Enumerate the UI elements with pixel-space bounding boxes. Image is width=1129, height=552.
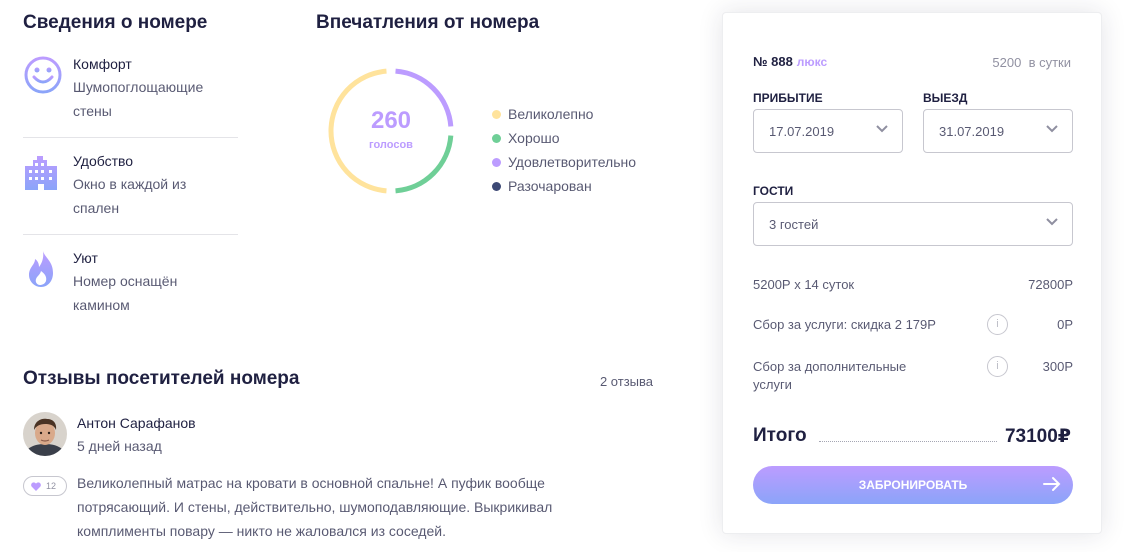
votes-donut-chart: 260 голосов [326,66,456,196]
fire-icon [23,249,63,289]
feature-comfort: Комфорт Шумопоглощающие стены [23,41,238,138]
price-line-label: 5200Р х 14 суток [753,277,855,292]
book-button-label: забронировать [858,478,968,492]
legend-label: Хорошо [508,130,560,146]
feature-desc-line: Шумопоглощающие [73,79,204,95]
reviews-title: Отзывы посетителей номера [23,368,300,389]
legend-label: Удовлетворительно [508,154,637,170]
price-line-extra-services: Сбор за дополнительные услуги 300Р [753,358,1073,394]
book-button[interactable]: забронировать [753,466,1073,504]
impressions-title: Впечатления от номера [316,12,540,33]
feature-title: Комфорт [73,56,132,72]
donut-legend: Великолепно Хорошо Удовлетворительно Раз… [492,102,636,198]
price-line-label: услуги [753,377,792,392]
feature-title: Удобство [73,153,134,169]
impressions-section: Впечатления от номера 260 голосов Велико… [316,12,666,194]
departure-date-field[interactable]: 31.07.2019 [923,109,1073,153]
like-button[interactable]: 12 [23,476,67,496]
arrow-right-icon [1043,477,1061,491]
price-line-nights: 5200Р х 14 суток 72800Р [753,277,1073,292]
price-line-value: 72800Р [1028,277,1073,292]
legend-item: Разочарован [492,174,636,198]
info-icon[interactable]: i [987,314,1008,335]
legend-item: Удовлетворительно [492,150,636,174]
feature-coziness: Уют Номер оснащён камином [23,235,238,331]
price-line-label: Сбор за услуги: скидка 2 179Р [753,317,936,332]
review-text: Великолепный матрас на кровати в основно… [77,475,553,539]
room-type: люкс [796,55,828,69]
room-price-unit: в сутки [1028,55,1071,70]
total-label: Итого [753,425,807,446]
votes-count: 260 [370,107,412,134]
departure-label: выезд [923,91,968,105]
review-date: 5 дней назад [77,438,162,454]
room-details-section: Сведения о номере Комфорт Шумопоглощающи… [23,12,238,331]
legend-label: Разочарован [508,178,592,194]
total-divider [819,441,997,442]
room-info: № 888 люкс [753,54,827,69]
price-line-service-fee: Сбор за услуги: скидка 2 179Р 0Р [753,317,1073,332]
smiley-icon [23,55,63,95]
feature-convenience: Удобство Окно в каждой из спален [23,138,238,235]
legend-dot [492,157,501,167]
feature-desc-line: спален [73,200,120,216]
reviews-section: Отзывы посетителей номера 2 отзыва Антон… [23,368,653,539]
guests-label: гости [753,184,794,198]
legend-dot [492,133,501,143]
arrival-label: прибытие [753,91,823,105]
room-price-value: 5200 [992,55,1022,70]
legend-item: Великолепно [492,102,636,126]
info-icon[interactable]: i [987,356,1008,377]
legend-item: Хорошо [492,126,636,150]
booking-card: № 888 люкс 5200 в сутки прибытие 17.07.20… [722,12,1102,534]
departure-date-value: 31.07.2019 [939,123,1005,139]
arrival-date-value: 17.07.2019 [769,123,835,139]
feature-desc-line: стены [73,103,112,119]
arrival-date-field[interactable]: 17.07.2019 [753,109,903,153]
legend-dot [492,181,501,191]
legend-label: Великолепно [508,106,594,122]
review-author: Антон Сарафанов [77,415,196,431]
chevron-down-icon [876,125,888,133]
chevron-down-icon [1046,218,1058,226]
avatar [23,412,67,456]
guests-dropdown[interactable]: 3 гостей [753,202,1073,246]
votes-caption: голосов [369,139,413,151]
feature-desc-line: Окно в каждой из [73,176,187,192]
feature-desc-line: камином [73,297,130,313]
feature-title: Уют [73,250,98,266]
price-line-label: Сбор за дополнительные [753,359,907,374]
legend-dot [492,109,501,119]
price-line-value: 300Р [1042,359,1073,374]
room-number: № 888 [753,54,793,69]
total-value: 73100₽ [1004,426,1071,447]
room-price: 5200 в сутки [992,55,1071,70]
like-count: 12 [46,481,57,491]
chevron-down-icon [1046,125,1058,133]
heart-icon [31,481,41,491]
building-icon [23,152,63,192]
guests-value: 3 гостей [769,216,819,232]
price-line-value: 0Р [1057,317,1073,332]
feature-desc-line: Номер оснащён [73,273,178,289]
room-details-title: Сведения о номере [23,12,208,33]
reviews-count: 2 отзыва [599,374,653,389]
